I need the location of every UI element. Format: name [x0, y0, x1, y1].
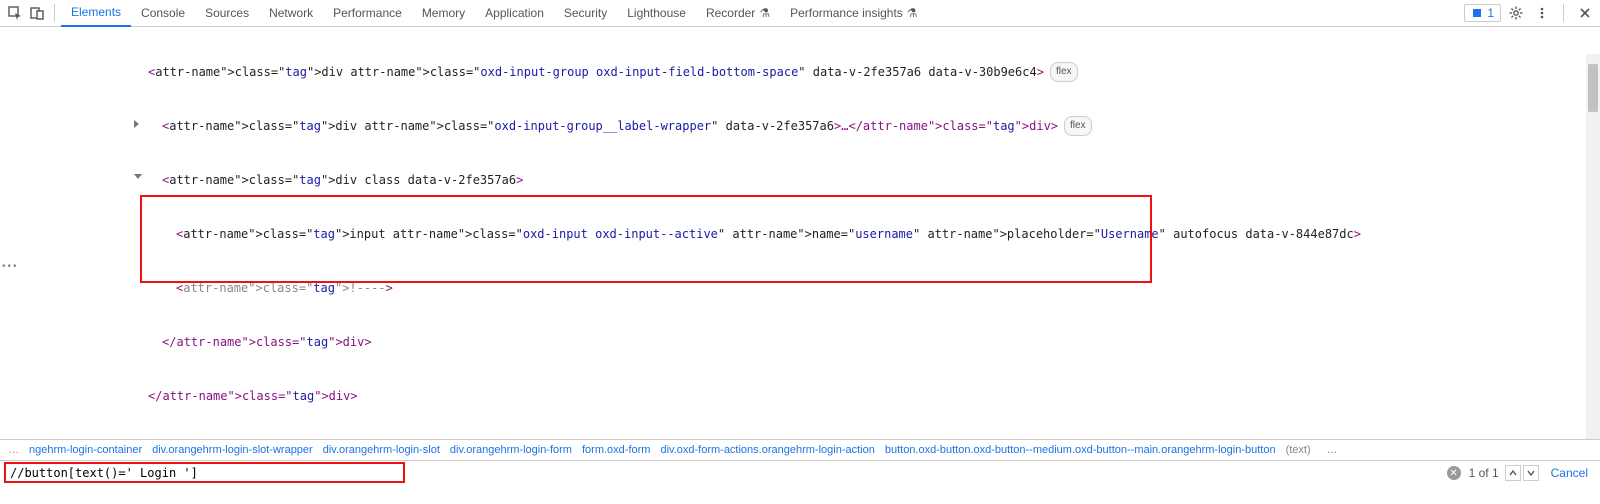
flask-icon: ⚗ [759, 6, 770, 20]
crumb[interactable]: div.orangehrm-login-form [450, 444, 572, 456]
tab-elements[interactable]: Elements [61, 0, 131, 27]
gear-icon[interactable] [1505, 2, 1527, 24]
flex-badge[interactable]: flex [1064, 116, 1092, 136]
dom-line[interactable]: <attr-name">class="tag">div attr-name">c… [148, 117, 1600, 135]
flex-badge[interactable]: flex [1050, 62, 1078, 82]
dom-search-input[interactable] [6, 464, 403, 482]
tab-performance[interactable]: Performance [323, 0, 412, 27]
scrollbar-thumb[interactable] [1588, 64, 1598, 112]
crumb[interactable]: div.orangehrm-login-slot [323, 444, 440, 456]
close-icon[interactable] [1574, 2, 1596, 24]
dom-line[interactable]: <attr-name">class="tag">div class data-v… [148, 171, 1600, 189]
tab-console[interactable]: Console [131, 0, 195, 27]
dom-line[interactable]: </attr-name">class="tag">div> [148, 387, 1600, 405]
tab-security[interactable]: Security [554, 0, 617, 27]
clear-search-icon[interactable]: ✕ [1447, 466, 1461, 480]
vertical-scrollbar[interactable] [1586, 54, 1600, 440]
gutter-dots: ••• [2, 261, 19, 272]
crumb[interactable]: ngehrm-login-container [29, 444, 142, 456]
breadcrumb-ellipsis[interactable]: … [8, 444, 19, 456]
dom-search-bar: ✕ 1 of 1 Cancel [0, 461, 1600, 485]
dom-line[interactable]: <attr-name">class="tag">input attr-name"… [148, 225, 1600, 243]
search-cancel-button[interactable]: Cancel [1551, 466, 1588, 480]
dom-breadcrumb[interactable]: … ngehrm-login-container div.orangehrm-l… [0, 440, 1600, 461]
breadcrumb-ellipsis[interactable]: … [1327, 444, 1338, 456]
flask-icon: ⚗ [907, 6, 918, 20]
search-next-button[interactable] [1523, 465, 1539, 481]
crumb[interactable]: button.oxd-button.oxd-button--medium.oxd… [885, 444, 1276, 456]
kebab-icon[interactable] [1531, 2, 1553, 24]
issues-count: 1 [1487, 6, 1494, 20]
separator [1563, 4, 1564, 22]
tab-sources[interactable]: Sources [195, 0, 259, 27]
crumb[interactable]: form.oxd-form [582, 444, 650, 456]
tab-application[interactable]: Application [475, 0, 554, 27]
issue-icon [1471, 7, 1483, 19]
tab-memory[interactable]: Memory [412, 0, 475, 27]
dom-line[interactable]: <attr-name">class="tag">!----> [148, 279, 1600, 297]
inspect-icon[interactable] [4, 2, 26, 24]
dom-content: <attr-name">class="tag">div attr-name">c… [0, 27, 1600, 440]
tab-perf-insights[interactable]: Performance insights⚗ [780, 0, 927, 27]
search-prev-button[interactable] [1505, 465, 1521, 481]
tab-lighthouse[interactable]: Lighthouse [617, 0, 696, 27]
expand-toggle[interactable] [134, 120, 139, 128]
separator [54, 4, 55, 22]
tab-network[interactable]: Network [259, 0, 323, 27]
dom-line[interactable]: <attr-name">class="tag">div attr-name">c… [148, 63, 1600, 81]
devtools-tabbar: Elements Console Sources Network Perform… [0, 0, 1600, 27]
device-toggle-icon[interactable] [26, 2, 48, 24]
crumb[interactable]: div.oxd-form-actions.orangehrm-login-act… [660, 444, 874, 456]
crumb[interactable]: div.orangehrm-login-slot-wrapper [152, 444, 313, 456]
collapse-toggle[interactable] [134, 174, 142, 179]
issues-button[interactable]: 1 [1464, 4, 1501, 22]
tab-recorder[interactable]: Recorder⚗ [696, 0, 780, 27]
dom-tree-panel[interactable]: ••• <attr-name">class="tag">div attr-nam… [0, 27, 1600, 440]
search-match-count: 1 of 1 [1469, 466, 1499, 480]
dom-line[interactable]: </attr-name">class="tag">div> [148, 333, 1600, 351]
crumb-text[interactable]: (text) [1286, 444, 1311, 456]
